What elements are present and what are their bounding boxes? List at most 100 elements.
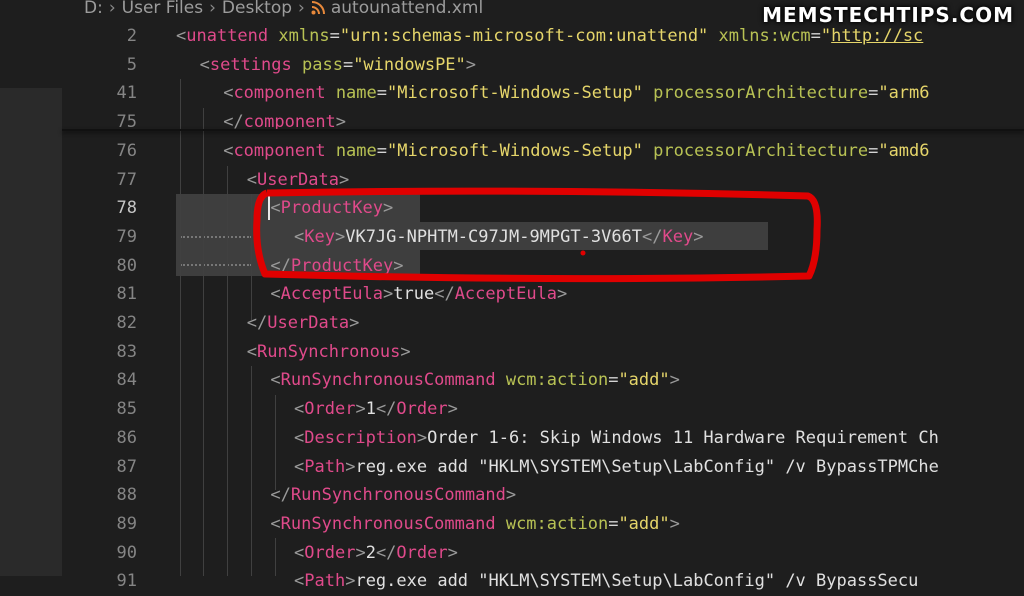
code-token: Order — [396, 542, 448, 563]
code-line-90[interactable]: 90 <Order>2</Order> — [0, 539, 1024, 568]
code-token: processorArchitecture — [653, 140, 869, 161]
code-token: = — [376, 83, 388, 104]
line-number: 84 — [116, 370, 137, 391]
code-token: < — [294, 542, 305, 563]
code-token: component — [233, 140, 326, 161]
code-token: "Microsoft-Windows-Setup" — [387, 140, 643, 161]
code-token: xmlns:wcm — [718, 26, 811, 46]
code-token: > — [669, 513, 680, 534]
code-text: <Order>2</Order> — [294, 539, 458, 568]
code-line-87[interactable]: 87 <Path>reg.exe add "HKLM\SYSTEM\Setup\L… — [0, 453, 1024, 482]
code-token: </ — [375, 542, 397, 563]
code-token: true — [393, 284, 435, 305]
code-text: <Path>reg.exe add "HKLM\SYSTEM\Setup\Lab… — [294, 567, 918, 596]
code-token: = — [868, 83, 879, 104]
code-token: pass — [301, 54, 343, 75]
xml-file-icon — [311, 1, 325, 15]
line-number: 86 — [116, 427, 137, 448]
code-token: > — [465, 54, 477, 75]
code-token: < — [270, 513, 281, 534]
code-token: UserData — [267, 313, 350, 333]
line-number: 88 — [116, 485, 137, 506]
code-token: > — [345, 571, 356, 592]
breadcrumb-file[interactable]: autounattend.xml — [331, 0, 483, 18]
code-token: = — [608, 513, 619, 534]
chevron-right-icon: › — [298, 0, 305, 18]
code-token: Order — [396, 399, 448, 420]
code-token: > — [345, 456, 356, 477]
code-token: < — [294, 399, 305, 420]
code-text: </RunSynchronousCommand> — [270, 481, 516, 510]
code-token: settings — [209, 54, 292, 75]
code-line-41[interactable]: 41 <component name="Microsoft-Windows-Set… — [0, 79, 1024, 108]
code-token: "add" — [618, 370, 670, 391]
code-text: <Description>Order 1-6: Skip Windows 11 … — [294, 424, 939, 453]
code-line-76[interactable]: 76 <component name="Microsoft-Windows-Set… — [0, 137, 1024, 166]
code-token: http://sc — [831, 26, 924, 46]
code-line-5[interactable]: 5 <settings pass="windowsPE"> — [0, 51, 1024, 80]
code-token: < — [199, 54, 210, 75]
chevron-right-icon: › — [108, 0, 116, 18]
code-token: > — [557, 284, 568, 305]
code-token: </ — [375, 399, 397, 420]
code-text: <settings pass="windowsPE"> — [200, 51, 476, 80]
line-number: 79 — [116, 226, 137, 247]
code-line-88[interactable]: 88 </RunSynchronousCommand> — [0, 481, 1024, 510]
line-number: 85 — [116, 399, 137, 420]
code-token: < — [176, 26, 187, 46]
code-token: name — [335, 140, 377, 161]
code-line-75[interactable]: 75 </component> — [0, 108, 1024, 137]
code-token: Order 1-6: Skip Windows 11 Hardware Requ… — [427, 427, 939, 448]
code-token: "add" — [618, 513, 670, 534]
code-token: 1 — [365, 399, 376, 420]
code-token: AcceptEula — [454, 284, 558, 305]
code-token: "arm6 — [878, 83, 930, 104]
code-line-84[interactable]: 84 <RunSynchronousCommand wcm:action="add… — [0, 366, 1024, 395]
code-line-83[interactable]: 83 <RunSynchronous> — [0, 338, 1024, 367]
code-token: > — [669, 370, 680, 391]
code-text: <Order>1</Order> — [294, 395, 458, 424]
code-token: < — [246, 169, 258, 190]
code-token: reg.exe add "HKLM\SYSTEM\Setup\LabConfig… — [355, 456, 939, 477]
code-token: = — [608, 370, 619, 391]
code-token: wcm:action — [505, 370, 609, 391]
line-number: 5 — [126, 54, 137, 75]
code-token: </ — [246, 313, 268, 333]
code-line-91[interactable]: 91 <Path>reg.exe add "HKLM\SYSTEM\Setup\L… — [0, 567, 1024, 596]
code-token: > — [447, 542, 458, 563]
code-line-86[interactable]: 86 <Description>Order 1-6: Skip Windows 1… — [0, 424, 1024, 453]
code-line-82[interactable]: 82 </UserData> — [0, 309, 1024, 338]
code-token: Path — [304, 571, 346, 592]
line-number: 75 — [116, 112, 137, 133]
code-token: < — [246, 341, 258, 362]
line-number: 77 — [116, 169, 137, 190]
code-editor[interactable]: 2 <unattend xmlns="urn:schemas-microsoft-… — [0, 22, 1024, 591]
code-text: <component name="Microsoft-Windows-Setup… — [223, 137, 929, 166]
code-token: Order — [304, 399, 356, 420]
breadcrumb-folder-desktop[interactable]: Desktop — [222, 0, 292, 18]
code-token: > — [447, 399, 458, 420]
code-token: = — [342, 54, 354, 75]
breadcrumb-folder-user-files[interactable]: User Files — [122, 0, 203, 18]
code-token: RunSynchronous — [257, 341, 401, 362]
code-token: "windowsPE" — [353, 54, 466, 75]
code-token: = — [810, 26, 821, 46]
code-token: > — [505, 485, 517, 506]
line-number: 2 — [126, 26, 137, 46]
line-number: 81 — [116, 284, 137, 305]
code-token: </ — [270, 485, 291, 506]
code-line-89[interactable]: 89 <RunSynchronousCommand wcm:action="add… — [0, 510, 1024, 539]
code-token: > — [400, 341, 411, 362]
code-line-85[interactable]: 85 <Order>1</Order> — [0, 395, 1024, 424]
breadcrumb-drive[interactable]: D: — [84, 0, 103, 18]
line-number: 83 — [116, 341, 137, 362]
code-text: <component name="Microsoft-Windows-Setup… — [223, 79, 929, 108]
code-token: = — [376, 140, 388, 161]
code-line-81[interactable]: 81 <AcceptEula>true</AcceptEula> — [0, 280, 1024, 309]
code-token: < — [270, 284, 281, 305]
